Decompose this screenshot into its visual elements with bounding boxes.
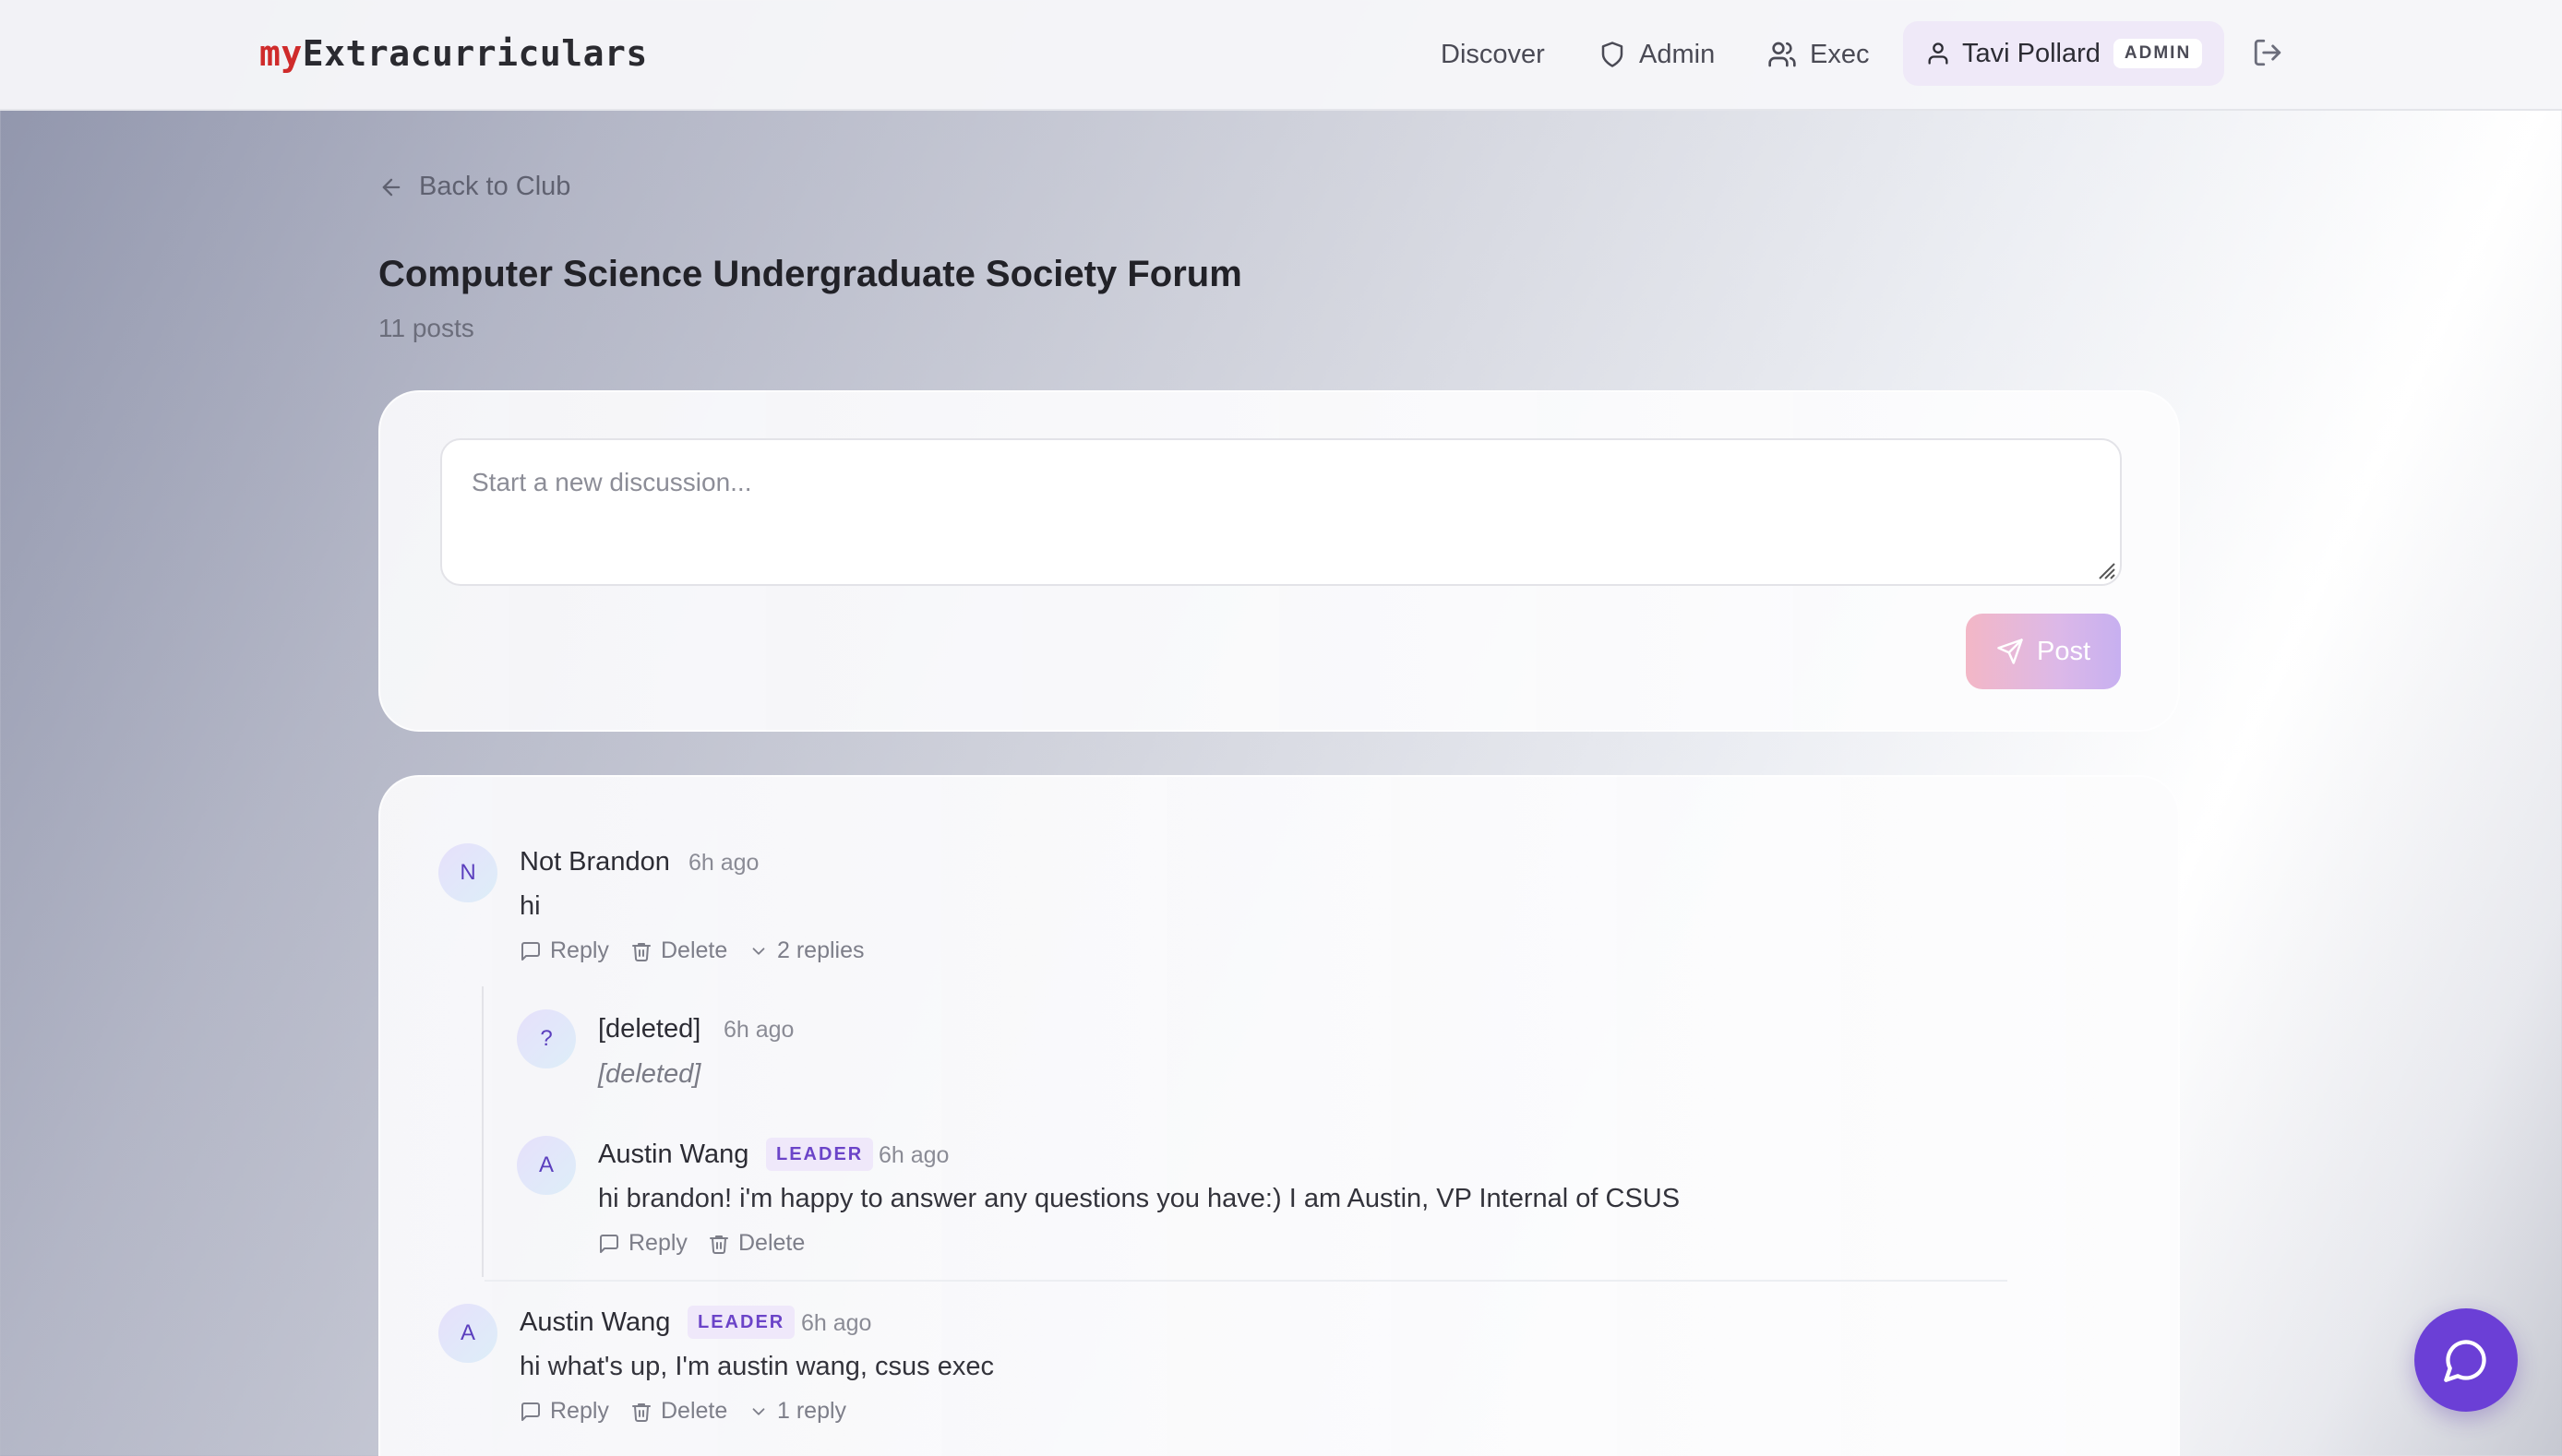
nav-discover-link[interactable]: Discover xyxy=(1441,35,1545,74)
new-discussion-card: Post xyxy=(378,390,2180,732)
logout-button[interactable] xyxy=(2252,37,2283,73)
delete-button[interactable]: Delete xyxy=(630,1398,727,1425)
reply-time: 6h ago xyxy=(724,1017,795,1043)
arrow-left-icon xyxy=(382,178,401,196)
delete-button[interactable]: Delete xyxy=(708,1230,805,1257)
message-square-icon xyxy=(600,1234,618,1253)
user-name: Tavi Pollard xyxy=(1962,38,2101,68)
reply-author: [deleted] xyxy=(598,1014,701,1044)
reply-body: [deleted] xyxy=(598,1059,701,1089)
post-time: 6h ago xyxy=(801,1310,872,1336)
avatar: ? xyxy=(517,1009,576,1068)
reply-button[interactable]: Reply xyxy=(598,1230,688,1257)
toggle-replies-button[interactable]: 1 reply xyxy=(748,1398,846,1425)
top-navbar: myExtracurriculars Discover Admin Exec T… xyxy=(0,0,2562,111)
message-square-icon xyxy=(521,1402,540,1421)
avatar: N xyxy=(438,843,497,902)
new-discussion-input[interactable] xyxy=(440,438,2122,586)
post-button[interactable]: Post xyxy=(1966,614,2121,689)
reply-button[interactable]: Reply xyxy=(520,937,609,964)
page-title: Computer Science Undergraduate Society F… xyxy=(378,254,1242,294)
shield-icon xyxy=(1601,42,1623,67)
nav-exec-link[interactable]: Exec xyxy=(1767,35,1869,74)
app-logo[interactable]: myExtracurriculars xyxy=(259,33,648,74)
reply-author: Austin Wang xyxy=(598,1140,749,1169)
toggle-replies-button[interactable]: 2 replies xyxy=(748,937,865,964)
user-menu[interactable]: Tavi Pollard ADMIN xyxy=(1903,21,2224,86)
chevron-down-icon xyxy=(752,1407,765,1415)
post-author: Not Brandon xyxy=(520,847,670,877)
chat-bubble-icon xyxy=(2444,1340,2486,1382)
trash-icon xyxy=(632,942,651,961)
users-icon xyxy=(1768,42,1796,67)
avatar: A xyxy=(438,1304,497,1363)
reply-body: hi brandon! i'm happy to answer any ques… xyxy=(598,1184,1681,1213)
post-time: 6h ago xyxy=(688,850,760,876)
resize-grip-icon[interactable] xyxy=(2096,560,2116,580)
reply-thread-line xyxy=(482,986,484,1277)
post-body: hi xyxy=(520,891,541,921)
post-count: 11 posts xyxy=(378,314,474,342)
nav-admin-link[interactable]: Admin xyxy=(1598,35,1715,74)
leader-badge: LEADER xyxy=(688,1306,796,1339)
back-to-club-link[interactable]: Back to Club xyxy=(378,172,570,202)
user-icon xyxy=(1928,42,1948,65)
delete-button[interactable]: Delete xyxy=(630,937,727,964)
role-badge: ADMIN xyxy=(2113,39,2203,68)
reply-time: 6h ago xyxy=(879,1142,950,1168)
leader-badge: LEADER xyxy=(766,1138,874,1171)
post-author: Austin Wang xyxy=(520,1307,671,1337)
chat-fab-button[interactable] xyxy=(2414,1308,2518,1412)
reply-button[interactable]: Reply xyxy=(520,1398,609,1425)
trash-icon xyxy=(710,1235,728,1254)
trash-icon xyxy=(632,1402,651,1422)
logout-icon xyxy=(2254,39,2281,66)
message-square-icon xyxy=(521,941,540,961)
post-body: hi what's up, I'm austin wang, csus exec xyxy=(520,1352,994,1381)
send-icon xyxy=(1997,638,2023,664)
chevron-down-icon xyxy=(752,947,765,955)
avatar: A xyxy=(517,1136,576,1195)
divider xyxy=(485,1280,2007,1282)
